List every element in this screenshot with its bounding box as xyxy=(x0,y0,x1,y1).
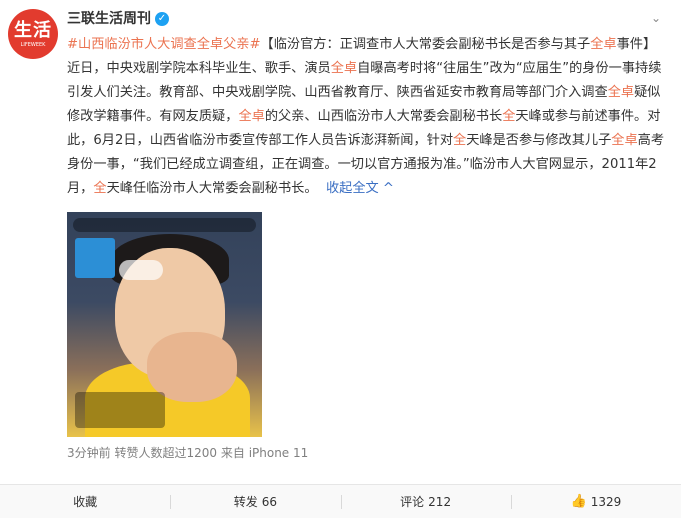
name-highlight-5[interactable]: 全 xyxy=(502,109,515,124)
avatar[interactable]: 生活 LIFEWEEK xyxy=(8,9,58,59)
post-text: #山西临汾市人大调查全卓父亲#【临汾官方：正调查市人大常委会副秘书长是否参与其子… xyxy=(67,33,667,201)
post-body-7: 天峰是否参与修改其儿子 xyxy=(466,133,612,148)
action-bar: 收藏 转发 66 评论 212 👍 1329 xyxy=(0,484,681,518)
repost-label: 转发 xyxy=(233,495,258,509)
thumbs-up-icon: 👍 xyxy=(570,494,587,509)
comment-button[interactable]: 评论 212 xyxy=(340,485,511,518)
repost-note: 转赞人数超过1200 xyxy=(114,446,218,460)
like-count: 1329 xyxy=(590,494,622,509)
chevron-down-icon[interactable]: ⌄ xyxy=(648,10,664,26)
verified-icon: ✓ xyxy=(155,12,169,26)
thumbnail-overlay-tag xyxy=(119,260,163,280)
name-highlight-4[interactable]: 全卓 xyxy=(238,109,264,124)
author-name[interactable]: 三联生活周刊 xyxy=(67,8,151,30)
post-time[interactable]: 3分钟前 xyxy=(67,446,111,460)
thumbnail-badge xyxy=(75,238,115,278)
comment-label: 评论 xyxy=(400,495,425,509)
avatar-logo-subtext: LIFEWEEK xyxy=(20,41,46,48)
author-name-link[interactable]: 三联生活周刊 ✓ xyxy=(67,8,169,30)
name-highlight-1[interactable]: 全卓 xyxy=(590,37,616,52)
name-highlight-6[interactable]: 全 xyxy=(453,133,466,148)
repost-button[interactable]: 转发 66 xyxy=(170,485,340,518)
post-body-5: 的父亲、山西临汾市人大常委会副秘书长 xyxy=(264,109,503,124)
avatar-logo-text: 生活 xyxy=(14,19,52,41)
post-source: iPhone 11 xyxy=(248,446,309,460)
name-highlight-3[interactable]: 全卓 xyxy=(608,85,634,100)
collapse-text-link[interactable]: 收起全文 ^ xyxy=(326,181,394,196)
source-prefix: 来自 xyxy=(220,446,245,460)
favorite-label: 收藏 xyxy=(73,495,98,509)
thumbnail-top-bar xyxy=(73,218,256,232)
post-body-1: 【临汾官方：正调查市人大常委会副秘书长是否参与其子 xyxy=(260,37,591,52)
name-highlight-2[interactable]: 全卓 xyxy=(331,61,357,76)
name-highlight-8[interactable]: 全 xyxy=(93,181,106,196)
post-meta: 3分钟前 转赞人数超过1200 来自 iPhone 11 xyxy=(67,444,308,462)
name-highlight-7[interactable]: 全卓 xyxy=(611,133,637,148)
comment-count: 212 xyxy=(428,494,452,509)
thumbnail-chat-bubble xyxy=(75,392,165,428)
video-thumbnail[interactable] xyxy=(67,212,262,437)
favorite-button[interactable]: 收藏 xyxy=(0,485,170,518)
repost-count: 66 xyxy=(261,494,278,509)
topic-link[interactable]: #山西临汾市人大调查全卓父亲# xyxy=(67,37,261,52)
like-button[interactable]: 👍 1329 xyxy=(510,485,681,518)
post-body-9: 天峰任临汾市人大常委会副秘书长。 xyxy=(106,181,318,196)
